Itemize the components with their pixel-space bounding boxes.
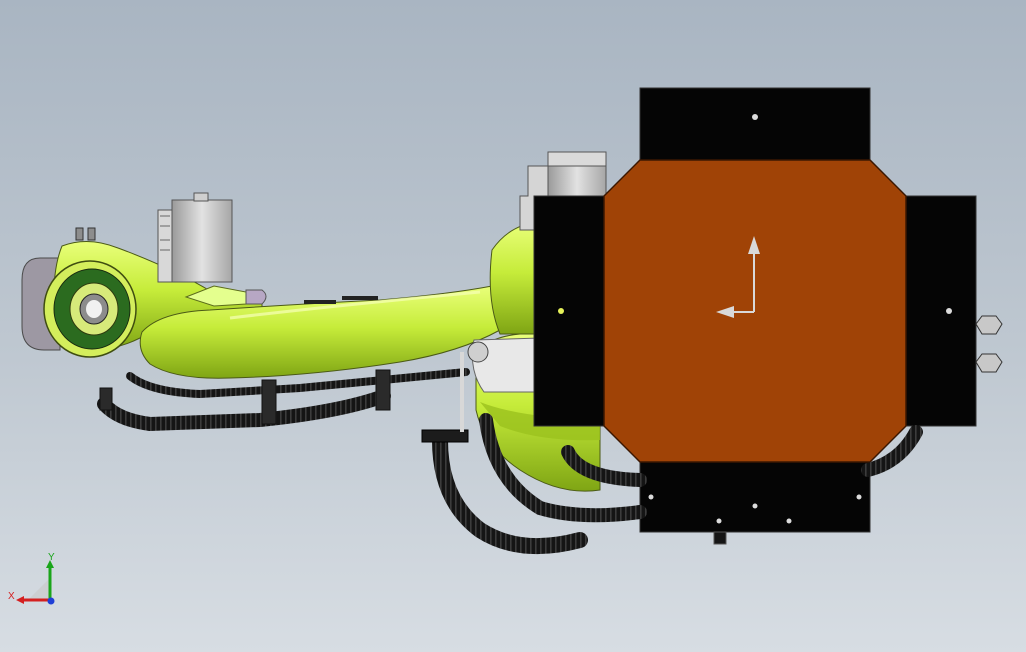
hose-clamp	[375, 369, 391, 411]
bracket-right	[903, 195, 977, 427]
cable-hose	[97, 389, 391, 432]
bracket-hole	[752, 114, 758, 120]
bracket-hole	[786, 518, 792, 524]
wrist-motor-bracket	[157, 209, 173, 283]
bracket-top	[639, 87, 871, 163]
wrist-motor-cap	[193, 192, 209, 202]
wrist-cap	[245, 289, 267, 305]
bracket-hole	[946, 308, 952, 314]
bracket-left	[533, 195, 607, 427]
hose-clamp	[261, 379, 277, 425]
arm-strip	[304, 300, 336, 304]
bracket-tab	[713, 531, 727, 545]
triad-x-label: X	[8, 591, 15, 602]
shoulder-pin	[467, 341, 489, 363]
hex-bolt	[975, 353, 1003, 373]
axis-triad: Y X	[8, 552, 55, 605]
hex-bolt	[975, 315, 1003, 335]
robot-arm-model[interactable]	[0, 0, 1026, 652]
triad-z-axis	[47, 597, 55, 605]
bracket-hole	[856, 494, 862, 500]
triad-x-arrowhead	[16, 596, 24, 604]
hose-clamp	[99, 387, 113, 411]
bracket-hole	[648, 494, 654, 500]
triad-plane	[28, 578, 50, 600]
forearm-bolt	[87, 227, 96, 241]
arm-strip	[342, 296, 378, 300]
bracket-hole	[558, 308, 564, 314]
bracket-hole	[752, 503, 758, 509]
cad-graphics-viewport[interactable]: Y X	[0, 0, 1026, 652]
wrist-motor	[171, 199, 233, 283]
bracket-bottom	[639, 461, 871, 533]
bearing-bore	[86, 300, 102, 318]
forearm-bolt	[75, 227, 84, 241]
base-motor-top	[547, 151, 607, 167]
triad-y-label: Y	[48, 552, 55, 563]
bracket-hole	[716, 518, 722, 524]
